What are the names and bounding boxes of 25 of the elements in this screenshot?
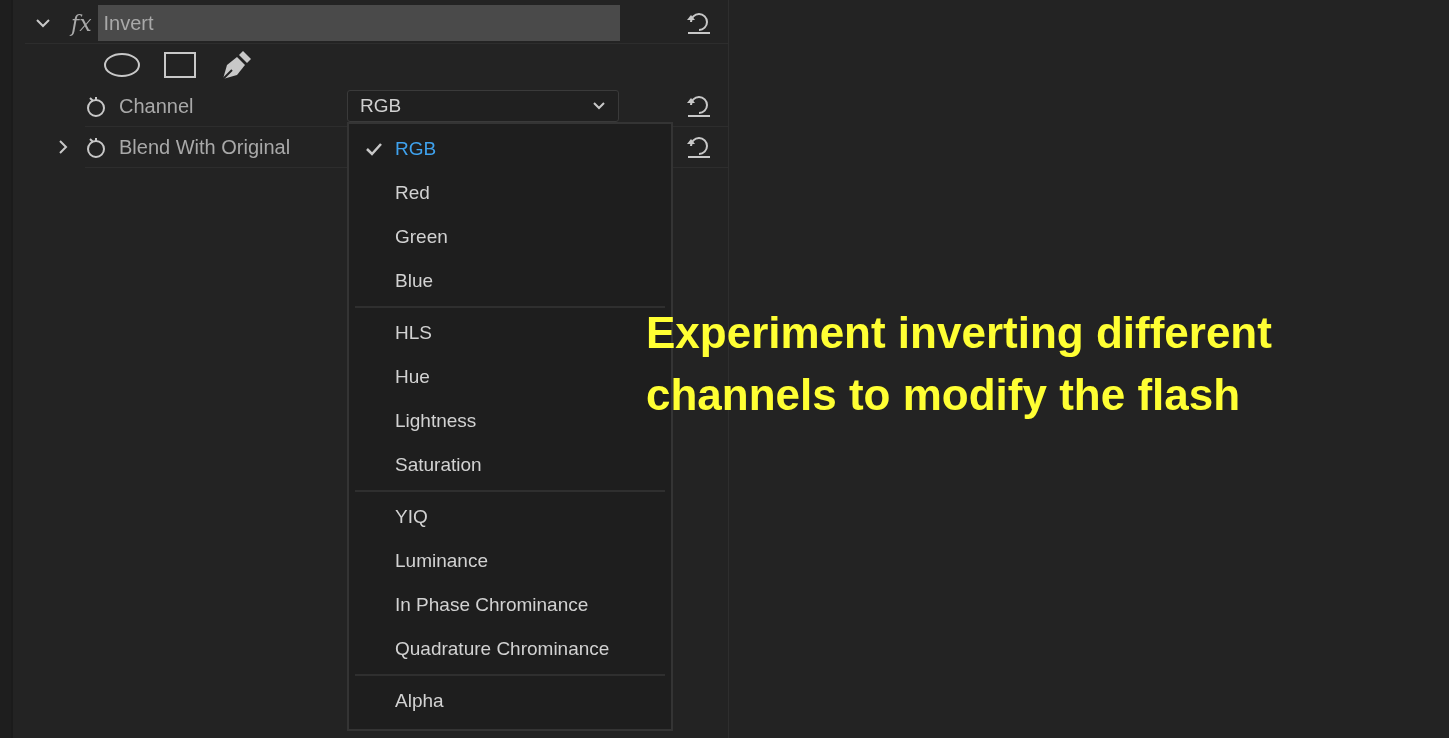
- menu-item[interactable]: Alpha: [349, 679, 671, 723]
- fx-label: fx: [71, 10, 92, 36]
- menu-item[interactable]: Blue: [349, 259, 671, 303]
- menu-item[interactable]: Green: [349, 215, 671, 259]
- chevron-down-icon: [592, 101, 606, 111]
- stopwatch-icon[interactable]: [85, 94, 107, 118]
- reset-icon[interactable]: [686, 94, 712, 118]
- ellipse-mask-icon[interactable]: [103, 52, 141, 78]
- rectangle-mask-icon[interactable]: [163, 51, 197, 79]
- menu-item[interactable]: YIQ: [349, 495, 671, 539]
- menu-item[interactable]: Quadrature Chrominance: [349, 627, 671, 671]
- property-label: Blend With Original: [119, 135, 292, 159]
- menu-item[interactable]: In Phase Chrominance: [349, 583, 671, 627]
- property-label: Channel: [119, 94, 195, 118]
- reset-icon[interactable]: [686, 11, 712, 35]
- menu-item[interactable]: RGB: [349, 127, 671, 171]
- checkmark-icon: [365, 142, 383, 156]
- menu-item[interactable]: Saturation: [349, 443, 671, 487]
- effect-name-field[interactable]: Invert: [97, 5, 620, 41]
- stopwatch-icon[interactable]: [85, 135, 107, 159]
- channel-dropdown[interactable]: RGB: [347, 90, 619, 122]
- annotation-text: Experiment inverting different channels to modify the flash: [646, 307, 1273, 421]
- menu-item[interactable]: Red: [349, 171, 671, 215]
- menu-item[interactable]: Luminance: [349, 539, 671, 583]
- reset-icon[interactable]: [686, 135, 712, 159]
